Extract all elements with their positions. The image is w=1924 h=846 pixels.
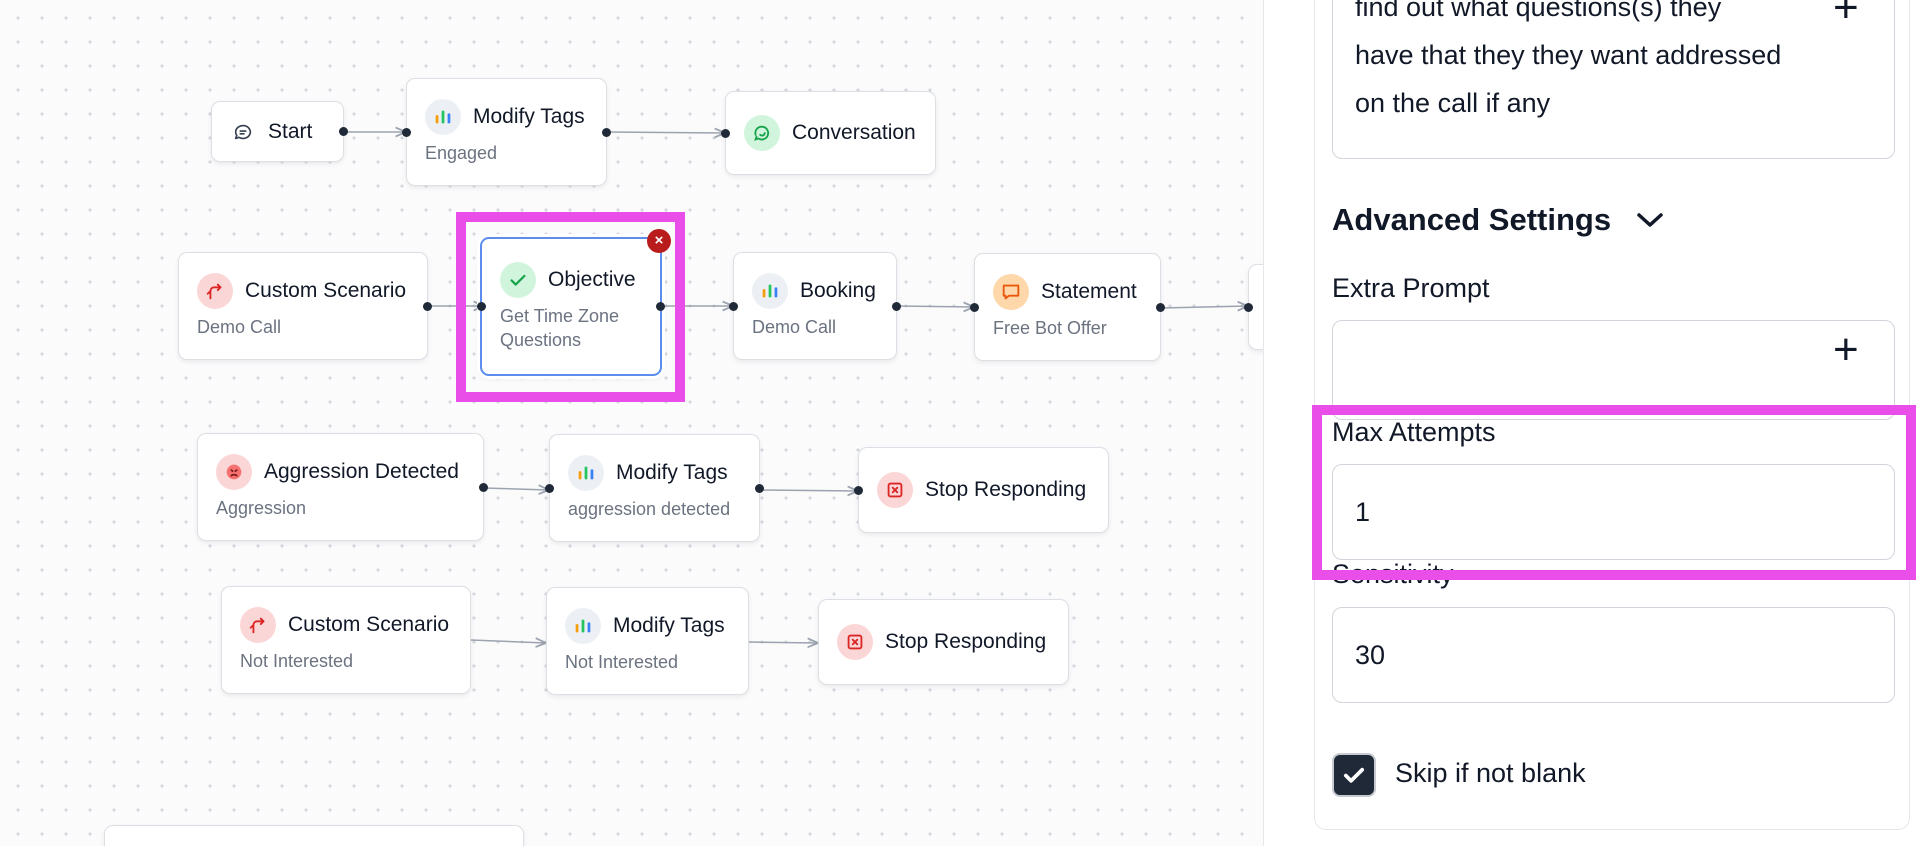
node-title: Modify Tags bbox=[616, 461, 728, 484]
node-subtitle: Demo Call bbox=[752, 317, 837, 337]
node-title: Objective bbox=[548, 267, 636, 291]
node-stop-responding-2[interactable]: Stop Responding bbox=[818, 599, 1069, 685]
node-subtitle: Not Interested bbox=[240, 651, 354, 671]
output-handle[interactable] bbox=[755, 483, 764, 493]
branch-arrow-icon bbox=[240, 607, 276, 643]
edge-booking-statement bbox=[896, 306, 974, 307]
node-objective[interactable]: Objective Get Time Zone Questions bbox=[477, 237, 665, 376]
output-handle[interactable] bbox=[656, 302, 665, 311]
node-stop-responding-1[interactable]: Stop Responding bbox=[854, 447, 1109, 533]
node-subtitle: aggression detected bbox=[568, 499, 731, 519]
edge-modify-tags-3-stop-2 bbox=[748, 642, 818, 643]
tag-chart-icon bbox=[425, 99, 461, 135]
input-handle[interactable] bbox=[970, 302, 979, 312]
node-title: Modify Tags bbox=[613, 614, 725, 637]
node-subtitle: Demo Call bbox=[197, 317, 282, 337]
max-attempts-input[interactable]: 1 bbox=[1332, 464, 1895, 560]
description-line: have that they they want addressed bbox=[1355, 40, 1782, 70]
flow-edges bbox=[344, 0, 1263, 846]
node-subtitle: Free Bot Offer bbox=[993, 318, 1107, 338]
node-modify-tags-not-interested[interactable]: Modify Tags Not Interested bbox=[546, 587, 749, 695]
edge-modify-tags-stop-1 bbox=[759, 490, 858, 491]
sensitivity-input[interactable]: 30 bbox=[1332, 607, 1895, 703]
max-attempts-label: Max Attempts bbox=[1332, 417, 1496, 447]
stop-square-icon bbox=[877, 472, 913, 508]
output-handle[interactable] bbox=[339, 127, 348, 136]
node-booking[interactable]: Booking Demo Call bbox=[729, 252, 901, 360]
tag-chart-icon bbox=[752, 273, 788, 309]
input-handle[interactable] bbox=[545, 483, 554, 493]
node-subtitle: Not Interested bbox=[565, 652, 679, 672]
node-title: Conversation bbox=[792, 121, 916, 144]
node-title: Statement bbox=[1041, 280, 1137, 303]
node-subtitle: Get Time Zone Questions bbox=[500, 304, 642, 352]
panel-divider bbox=[1263, 0, 1264, 846]
node-custom-scenario-demo-call[interactable]: Custom Scenario Demo Call bbox=[178, 252, 432, 360]
node-partial-offscreen[interactable] bbox=[1244, 264, 1263, 350]
check-icon bbox=[500, 261, 536, 298]
edge-custom-scenario-modify-tags-2 bbox=[470, 640, 546, 643]
node-partial-bottom[interactable] bbox=[104, 825, 524, 846]
description-line: find out what questions(s) they bbox=[1355, 0, 1722, 22]
speech-bubble-icon bbox=[993, 274, 1029, 310]
node-title: Stop Responding bbox=[925, 478, 1087, 501]
angry-face-icon bbox=[216, 454, 252, 490]
node-custom-scenario-not-interested[interactable]: Custom Scenario Not Interested bbox=[221, 586, 471, 694]
edge-modify-tags-conversation bbox=[606, 132, 725, 133]
edge-aggression-modify-tags bbox=[483, 488, 549, 490]
node-title: Start bbox=[268, 119, 313, 143]
description-line: on the call if any bbox=[1355, 88, 1551, 118]
node-modify-tags-engaged[interactable]: Modify Tags Engaged bbox=[402, 78, 611, 186]
extra-prompt-field[interactable] bbox=[1332, 320, 1895, 420]
extra-prompt-label: Extra Prompt bbox=[1332, 273, 1490, 303]
input-handle[interactable] bbox=[721, 128, 730, 138]
input-handle[interactable] bbox=[1244, 302, 1253, 312]
delete-node-button[interactable]: × bbox=[647, 229, 671, 253]
add-description-button[interactable]: + bbox=[1833, 0, 1859, 30]
node-settings-panel: find out what questions(s) they have tha… bbox=[1314, 0, 1910, 830]
tag-chart-icon bbox=[565, 608, 601, 644]
input-handle[interactable] bbox=[729, 301, 738, 311]
node-subtitle: Engaged bbox=[425, 143, 498, 163]
output-handle[interactable] bbox=[892, 301, 901, 311]
edge-statement-next bbox=[1160, 306, 1248, 308]
sensitivity-label: Sensitivity bbox=[1332, 559, 1454, 589]
output-handle[interactable] bbox=[423, 301, 432, 311]
input-handle[interactable] bbox=[477, 302, 486, 311]
output-handle[interactable] bbox=[602, 127, 611, 137]
tag-chart-icon bbox=[568, 455, 604, 491]
node-title: Booking bbox=[800, 279, 876, 302]
node-subtitle-line: Questions bbox=[500, 329, 582, 350]
chat-bubble-icon bbox=[230, 114, 256, 150]
chevron-down-icon bbox=[1635, 202, 1665, 238]
input-handle[interactable] bbox=[402, 127, 411, 137]
output-handle[interactable] bbox=[479, 482, 488, 492]
stop-square-icon bbox=[837, 624, 873, 660]
node-conversation[interactable]: Conversation bbox=[721, 91, 936, 175]
node-title: Stop Responding bbox=[885, 630, 1047, 653]
node-aggression-detected[interactable]: Aggression Detected Aggression bbox=[197, 433, 488, 541]
skip-if-not-blank-label: Skip if not blank bbox=[1395, 758, 1586, 788]
node-statement[interactable]: Statement Free Bot Offer bbox=[970, 253, 1165, 361]
advanced-settings-title: Advanced Settings bbox=[1332, 202, 1612, 237]
node-title: Custom Scenario bbox=[288, 613, 450, 636]
node-title: Custom Scenario bbox=[245, 279, 407, 302]
input-handle[interactable] bbox=[854, 485, 863, 495]
conversation-icon bbox=[744, 115, 780, 151]
node-subtitle-line: Get Time Zone bbox=[500, 305, 620, 326]
node-title: Modify Tags bbox=[473, 105, 585, 128]
node-title: Aggression Detected bbox=[264, 460, 459, 483]
output-handle[interactable] bbox=[1156, 302, 1165, 312]
add-extra-prompt-button[interactable]: + bbox=[1833, 328, 1859, 372]
checkmark-icon bbox=[1343, 767, 1365, 783]
node-modify-tags-aggression[interactable]: Modify Tags aggression detected bbox=[545, 434, 764, 542]
skip-if-not-blank-checkbox[interactable] bbox=[1332, 753, 1376, 797]
branch-arrow-icon bbox=[197, 273, 233, 309]
advanced-settings-toggle[interactable]: Advanced Settings bbox=[1332, 202, 1665, 238]
node-start[interactable]: Start bbox=[211, 101, 348, 162]
flow-canvas[interactable]: Start Modify Tags Engaged Conversation C… bbox=[0, 0, 1263, 846]
node-subtitle: Aggression bbox=[216, 498, 307, 518]
description-textarea[interactable]: find out what questions(s) they have tha… bbox=[1332, 0, 1895, 159]
